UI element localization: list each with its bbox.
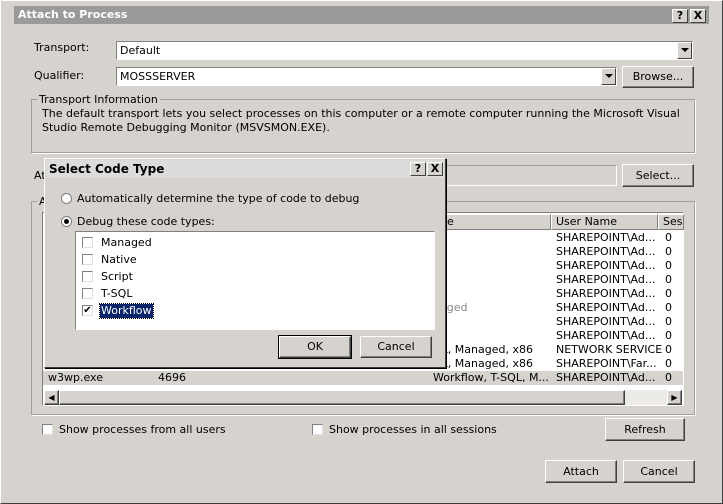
process-session: 0 (665, 245, 672, 258)
attach-button[interactable]: Attach (545, 460, 617, 483)
process-user: SHAREPOINT\Far... (556, 357, 657, 370)
transport-value: Default (120, 44, 161, 57)
code-type-checkbox[interactable] (82, 271, 93, 282)
dialog-help-button[interactable]: ? (410, 162, 426, 176)
process-session: 0 (665, 371, 672, 384)
dialog-ok-button[interactable]: OK (278, 335, 352, 359)
code-types-items: Managed Native Script T-SQL ✔ Workflow (76, 232, 432, 327)
qualifier-combobox[interactable]: MOSSSERVER (116, 67, 617, 86)
show-all-sessions-label[interactable]: Show processes in all sessions (329, 423, 497, 436)
process-name: w3wp.exe (48, 371, 103, 384)
process-user: SHAREPOINT\Ad... (556, 301, 656, 314)
show-all-sessions-checkbox[interactable] (312, 424, 323, 435)
scroll-right-icon[interactable]: ▶ (667, 390, 682, 405)
code-type-label[interactable]: T-SQL (100, 287, 133, 301)
browse-button[interactable]: Browse... (622, 66, 694, 88)
select-code-type-button[interactable]: Select... (622, 164, 694, 187)
dialog-close-button[interactable]: X (427, 162, 443, 176)
attach-to-field (440, 165, 617, 186)
process-user: SHAREPOINT\Ad... (556, 245, 656, 258)
process-session: 0 (665, 259, 672, 272)
code-types-list[interactable]: Managed Native Script T-SQL ✔ Workflow (75, 231, 435, 330)
process-type: Workflow, T-SQL, M... (433, 371, 549, 384)
code-type-label[interactable]: Native (100, 253, 138, 267)
process-session: 0 (665, 357, 672, 370)
show-all-users-label[interactable]: Show processes from all users (59, 423, 226, 436)
process-session: 0 (665, 231, 672, 244)
process-user: SHAREPOINT\Ad... (556, 329, 656, 342)
close-button[interactable]: X (690, 9, 706, 23)
process-user: SHAREPOINT\Ad... (556, 287, 656, 300)
qualifier-value: MOSSSERVER (120, 70, 196, 83)
debug-types-label[interactable]: Debug these code types: (77, 215, 215, 228)
horizontal-scrollbar[interactable]: ◀ ▶ (44, 390, 682, 405)
refresh-button[interactable]: Refresh (605, 418, 685, 441)
process-type: QL, Managed, x86 (433, 343, 533, 356)
process-type: QL, Managed, x86 (433, 357, 533, 370)
window-title: Attach to Process (18, 8, 128, 21)
qualifier-dropdown-arrow-icon[interactable] (601, 68, 616, 85)
column-header-type[interactable]: pe (435, 214, 551, 230)
process-session: 0 (665, 287, 672, 300)
process-session: 0 (665, 329, 672, 342)
process-user: SHAREPOINT\Ad... (556, 273, 656, 286)
transport-info-label: Transport Information (37, 93, 160, 106)
cancel-button[interactable]: Cancel (623, 460, 695, 483)
code-type-checkbox[interactable]: ✔ (82, 305, 93, 316)
table-row[interactable]: w3wp.exe 4696 Workflow, T-SQL, M... SHAR… (43, 371, 683, 385)
process-user: SHAREPOINT\Ad... (556, 231, 656, 244)
code-type-label[interactable]: Managed (100, 236, 153, 250)
process-session: 0 (665, 273, 672, 286)
dialog-cancel-button[interactable]: Cancel (360, 336, 432, 358)
process-session: 0 (665, 315, 672, 328)
code-type-label[interactable]: Script (100, 270, 134, 284)
process-user: SHAREPOINT\Ad... (556, 371, 656, 384)
process-session: 0 (665, 343, 672, 356)
code-type-checkbox[interactable] (82, 254, 93, 265)
process-id: 4696 (158, 371, 186, 384)
code-type-checkbox[interactable] (82, 237, 93, 248)
scroll-left-icon[interactable]: ◀ (44, 390, 59, 405)
process-user: NETWORK SERVICE (556, 343, 663, 356)
code-type-checkbox[interactable] (82, 288, 93, 299)
qualifier-label: Qualifier: (34, 69, 85, 82)
transport-label: Transport: (34, 41, 90, 54)
column-header-user-name[interactable]: User Name (551, 214, 658, 230)
transport-combobox[interactable]: Default (116, 41, 693, 60)
debug-types-radio[interactable] (61, 216, 72, 227)
scrollbar-thumb[interactable] (59, 390, 625, 405)
window-titlebar: Attach to Process (14, 6, 709, 24)
select-code-type-dialog: Select Code Type ? X Automatically deter… (44, 158, 446, 368)
process-user: SHAREPOINT\Ad... (556, 259, 656, 272)
dialog-titlebar: Select Code Type ? X (46, 160, 444, 178)
show-all-users-checkbox[interactable] (42, 424, 53, 435)
auto-detect-radio[interactable] (61, 193, 72, 204)
code-type-label[interactable]: Workflow (99, 303, 154, 319)
transport-dropdown-arrow-icon[interactable] (677, 42, 692, 59)
transport-info-text: The default transport lets you select pr… (42, 107, 680, 134)
column-header-session[interactable]: Ses (658, 214, 684, 230)
help-button[interactable]: ? (672, 9, 688, 23)
process-user: SHAREPOINT\Ad... (556, 315, 656, 328)
auto-detect-label[interactable]: Automatically determine the type of code… (77, 192, 359, 205)
process-session: 0 (665, 301, 672, 314)
dialog-title: Select Code Type (49, 162, 165, 176)
